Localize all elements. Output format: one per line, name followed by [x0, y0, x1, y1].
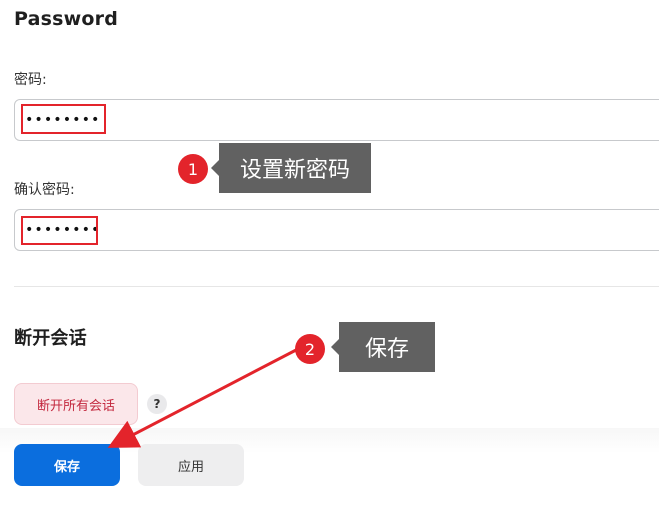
- step-1-marker: 1: [178, 154, 208, 184]
- apply-button[interactable]: 应用: [138, 444, 244, 486]
- page: Password 密码: •••••••• 确认密码: •••••••• 断开会…: [0, 0, 659, 513]
- sessions-section-title: 断开会话: [14, 328, 87, 349]
- step-1-callout: 设置新密码: [219, 143, 371, 193]
- section-divider: [14, 286, 659, 287]
- disconnect-all-sessions-button[interactable]: 断开所有会话: [14, 383, 138, 425]
- step-2-callout: 保存: [339, 322, 435, 372]
- confirm-password-highlight-box: [21, 216, 98, 245]
- confirm-password-label: 确认密码:: [14, 182, 75, 198]
- password-label: 密码:: [14, 72, 47, 88]
- password-highlight-box: [21, 104, 106, 134]
- step-2-marker: 2: [295, 334, 325, 364]
- password-field[interactable]: ••••••••: [14, 99, 659, 141]
- help-icon[interactable]: ?: [147, 394, 167, 414]
- save-button[interactable]: 保存: [14, 444, 120, 486]
- confirm-password-field[interactable]: ••••••••: [14, 209, 659, 251]
- password-section-title: Password: [14, 8, 119, 30]
